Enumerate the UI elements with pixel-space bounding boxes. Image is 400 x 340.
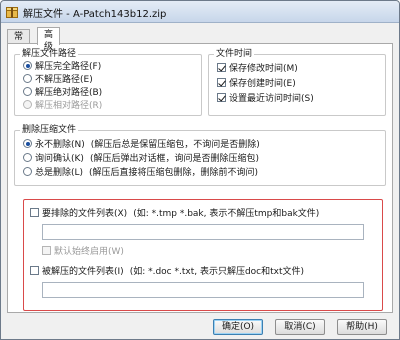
extract-path-group: 解压文件路径 解压完全路径(F) 不解压路径(E) 解压绝对路径(B) 解压相对…	[14, 48, 202, 116]
ok-button[interactable]: 确定(O)	[213, 319, 263, 335]
radio-never-delete-indicator[interactable]	[23, 139, 32, 148]
check-create-time-label: 保存创建时间(E)	[229, 79, 296, 89]
radio-never-delete-note: (解压后总是保留压缩包，不询问是否删除)	[90, 140, 260, 150]
highlight-frame	[23, 199, 383, 311]
radio-relative-path-indicator	[23, 100, 32, 109]
radio-always-delete-note: (解压后直接将压缩包删除，删除前不询问)	[89, 168, 259, 178]
archive-app-icon	[6, 7, 18, 18]
check-modify-time-box[interactable]	[217, 63, 226, 72]
file-time-title: 文件时间	[214, 48, 255, 60]
radio-no-path-label: 不解压路径(E)	[35, 75, 93, 85]
cancel-button[interactable]: 取消(C)	[275, 319, 325, 335]
help-button[interactable]: 帮助(H)	[337, 319, 387, 335]
radio-relative-path-label: 解压相对路径(R)	[35, 101, 103, 111]
radio-no-path[interactable]: 不解压路径(E)	[23, 74, 93, 86]
check-access-time-label: 设置最近访问时间(S)	[229, 94, 314, 104]
extract-dialog: 解压文件 - A-Patch143b12.zip 常规 高级 解压文件路径 解压…	[0, 0, 400, 340]
check-create-time[interactable]: 保存创建时间(E)	[217, 78, 296, 90]
check-modify-time-label: 保存修改时间(M)	[229, 64, 298, 74]
radio-ask-delete-indicator[interactable]	[23, 153, 32, 162]
tab-general[interactable]: 常规	[7, 29, 31, 54]
radio-never-delete-label: 永不删除(N)	[35, 140, 85, 150]
file-time-group: 文件时间 保存修改时间(M) 保存创建时间(E) 设置最近访问时间(S)	[208, 48, 386, 116]
radio-relative-path: 解压相对路径(R)	[23, 100, 102, 112]
radio-never-delete[interactable]: 永不删除(N) (解压后总是保留压缩包，不询问是否删除)	[23, 139, 260, 151]
title-bar[interactable]: 解压文件 - A-Patch143b12.zip	[1, 1, 399, 23]
window-title: 解压文件 - A-Patch143b12.zip	[23, 9, 167, 20]
check-access-time-box[interactable]	[217, 93, 226, 102]
check-modify-time[interactable]: 保存修改时间(M)	[217, 63, 298, 75]
radio-always-delete[interactable]: 总是删除(L) (解压后直接将压缩包删除，删除前不询问)	[23, 167, 258, 179]
radio-always-delete-indicator[interactable]	[23, 167, 32, 176]
radio-no-path-indicator[interactable]	[23, 74, 32, 83]
radio-ask-delete-note: (解压后弹出对话框，询问是否删除压缩包)	[89, 154, 259, 164]
radio-always-delete-label: 总是删除(L)	[35, 168, 84, 178]
radio-full-path-label: 解压完全路径(F)	[35, 62, 102, 72]
radio-full-path-indicator[interactable]	[23, 61, 32, 70]
check-create-time-box[interactable]	[217, 78, 226, 87]
radio-absolute-path-indicator[interactable]	[23, 87, 32, 96]
radio-absolute-path[interactable]: 解压绝对路径(B)	[23, 87, 102, 99]
delete-archive-group: 删除压缩文件 永不删除(N) (解压后总是保留压缩包，不询问是否删除) 询问确认(…	[14, 124, 386, 186]
radio-absolute-path-label: 解压绝对路径(B)	[35, 88, 103, 98]
radio-full-path[interactable]: 解压完全路径(F)	[23, 61, 101, 73]
tab-advanced[interactable]: 高级	[37, 27, 61, 52]
radio-ask-delete[interactable]: 询问确认(K) (解压后弹出对话框，询问是否删除压缩包)	[23, 153, 259, 165]
check-access-time[interactable]: 设置最近访问时间(S)	[217, 93, 314, 105]
radio-ask-delete-label: 询问确认(K)	[35, 154, 84, 164]
delete-archive-title: 删除压缩文件	[20, 124, 79, 136]
